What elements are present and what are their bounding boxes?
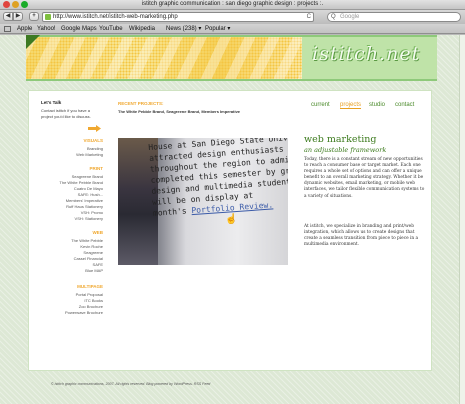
bookmark-apple[interactable]: Apple	[17, 24, 32, 34]
sidebar-link[interactable]: Portal Proposal	[76, 292, 103, 297]
header-stripes	[26, 37, 302, 79]
browser-toolbar: ◀ ▶ + http://www.istitch.net/istitch-web…	[0, 10, 465, 24]
search-input[interactable]: Q Google	[327, 12, 461, 22]
section-heading-multipage: MULTIPAGE	[77, 284, 103, 289]
nav-projects[interactable]: projects	[340, 102, 362, 109]
add-bookmark-button[interactable]: +	[29, 12, 39, 21]
address-bar[interactable]: http://www.istitch.net/istitch-web-marke…	[42, 12, 314, 22]
project-photo: House at San Diego State Univer attracte…	[118, 138, 288, 265]
sidebar-link[interactable]: Ruff Haus Stationery	[66, 204, 103, 209]
sidebar-link[interactable]: VSH: Promo	[81, 210, 103, 215]
site-favicon-icon	[45, 14, 51, 20]
sidebar-link[interactable]: Kevin Roche	[80, 244, 103, 249]
content-panel: Let's Talk Contact istitch if you have a…	[28, 90, 432, 371]
sidebar-link[interactable]: The White Pebble Brand	[59, 180, 103, 185]
site-logo[interactable]: istitch.net	[312, 43, 420, 65]
section-heading-web: WEB	[92, 230, 104, 235]
bookmark-yahoo[interactable]: Yahoo!	[37, 24, 56, 34]
forward-arrow-icon: ▶	[15, 13, 21, 19]
sidebar-link[interactable]: VSH: Stationery	[75, 216, 103, 221]
sidebar-link[interactable]: Branding	[87, 146, 103, 151]
plus-icon: +	[32, 13, 36, 19]
hand-cursor-icon: ☝	[225, 214, 238, 225]
window-title: istitch graphic communication : san dieg…	[141, 1, 324, 7]
sidebar-link[interactable]: Seagreene Brand	[72, 174, 103, 179]
sidebar-link[interactable]: Zoo Brochure	[79, 304, 103, 309]
address-text: http://www.istitch.net/istitch-web-marke…	[53, 14, 178, 20]
article-title: web marketing	[304, 134, 377, 145]
sidebar-link[interactable]: Blue MAP	[85, 268, 103, 273]
sidebar-link[interactable]: SAFE	[93, 262, 103, 267]
photo-text: House at San Diego State Univer attracte…	[148, 138, 288, 218]
nav-studio[interactable]: studio	[369, 102, 385, 108]
article-subtitle: an adjustable framework	[304, 146, 387, 154]
bookmark-youtube[interactable]: YouTube	[99, 24, 123, 34]
forward-button[interactable]: ▶	[13, 12, 23, 21]
section-heading-print: PRINT	[89, 166, 104, 171]
back-arrow-icon: ◀	[5, 13, 11, 19]
bookmark-news[interactable]: News (238) ▾	[166, 24, 201, 34]
lets-talk-text: Contact istitch if you have a project yo…	[41, 108, 91, 119]
sidebar-link[interactable]: Members' Imperative	[66, 198, 103, 203]
bookmarks-bar: Apple Yahoo! Google Maps YouTube Wikiped…	[0, 24, 465, 34]
sidebar-link[interactable]: Seagreene	[83, 250, 103, 255]
sidebar-link[interactable]: Cassel Financial	[74, 256, 103, 261]
bookmark-popular[interactable]: Popular ▾	[205, 24, 230, 34]
sidebar-link[interactable]: Web Marketing	[76, 152, 103, 157]
search-icon: Q	[331, 14, 336, 20]
sidebar-link[interactable]: SAFE: Hush...	[78, 192, 103, 197]
nav-current[interactable]: current	[311, 102, 330, 108]
section-heading-visuals: VISUALS	[83, 138, 103, 143]
reload-icon[interactable]: C	[307, 13, 311, 21]
recent-projects-heading: RECENT PROJECTS:	[118, 101, 164, 106]
arrow-right-icon[interactable]	[88, 125, 101, 132]
nav-contact[interactable]: contact	[395, 102, 414, 108]
bookmark-wikipedia[interactable]: Wikipedia	[129, 24, 155, 34]
article-paragraph: Today, there is a constant stream of new…	[304, 157, 425, 199]
window-titlebar: istitch graphic communication : san dieg…	[0, 0, 465, 10]
header-corner-triangle	[26, 35, 40, 49]
bookmark-google-maps[interactable]: Google Maps	[61, 24, 97, 34]
recent-projects-list[interactable]: The White Pebble Brand, Seagreene Brand,…	[118, 109, 240, 114]
sidebar-link[interactable]: ITC Books	[84, 298, 103, 303]
article-paragraph: At istitch, we specialize in branding an…	[304, 224, 419, 248]
sidebar-link[interactable]: The White Pebble	[71, 238, 103, 243]
search-placeholder: Google	[340, 14, 360, 20]
site-footer: © istitch graphic communications, 2007. …	[51, 382, 211, 386]
back-button[interactable]: ◀	[3, 12, 13, 21]
page-viewport: istitch.net Let's Talk Contact istitch i…	[0, 35, 465, 404]
vertical-scrollbar[interactable]	[459, 35, 465, 404]
lets-talk-heading: Let's Talk	[41, 100, 62, 105]
sidebar-link[interactable]: Powerwave Brochure	[65, 310, 103, 315]
bookmarks-book-icon[interactable]	[4, 26, 11, 32]
sidebar-link[interactable]: Cuatro De Mayo	[74, 186, 103, 191]
